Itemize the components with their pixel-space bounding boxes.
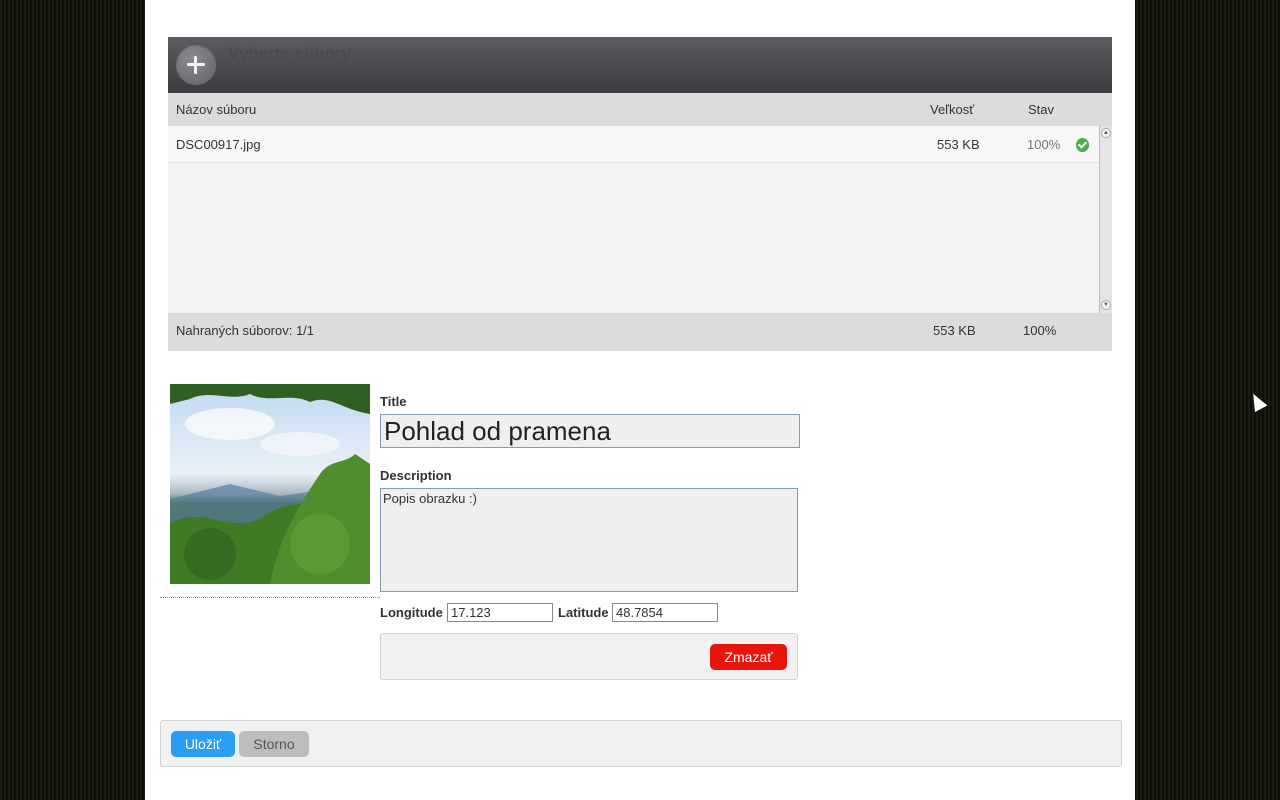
main-content: Vyberte súbory Názov súboru Veľkosť Stav… xyxy=(145,0,1135,800)
mouse-cursor-icon xyxy=(1247,390,1268,413)
delete-button[interactable]: Zmazať xyxy=(710,644,787,670)
total-percent: 100% xyxy=(1023,323,1057,338)
column-size: Veľkosť xyxy=(930,102,975,117)
scroll-up-icon[interactable]: ▲ xyxy=(1101,128,1111,138)
form-actions: Uložiť Storno xyxy=(160,720,1122,767)
uploader-header: Vyberte súbory xyxy=(168,37,1112,93)
file-name: DSC00917.jpg xyxy=(176,137,261,152)
file-list: DSC00917.jpg 553 KB 100% ▲ ▼ xyxy=(168,126,1112,313)
description-textarea[interactable]: Popis obrazku :) xyxy=(380,488,798,592)
longitude-label: Longitude xyxy=(380,605,443,620)
description-label: Description xyxy=(380,468,452,483)
uploaded-count: Nahraných súborov: 1/1 xyxy=(176,323,315,338)
file-list-header: Názov súboru Veľkosť Stav xyxy=(168,93,1112,126)
file-list-footer: Nahraných súborov: 1/1 553 KB 100% xyxy=(168,313,1112,351)
column-status: Stav xyxy=(1028,102,1055,117)
latitude-input[interactable] xyxy=(612,603,718,622)
thumbnail-divider xyxy=(160,597,380,598)
latitude-label: Latitude xyxy=(558,605,609,620)
column-name: Názov súboru xyxy=(176,102,257,117)
title-label: Title xyxy=(380,394,407,409)
file-size: 553 KB xyxy=(937,137,980,152)
check-circle-icon xyxy=(1076,138,1089,152)
scroll-down-icon[interactable]: ▼ xyxy=(1101,300,1111,310)
file-list-scrollbar[interactable]: ▲ ▼ xyxy=(1099,126,1112,313)
item-actions: Zmazať xyxy=(380,633,798,680)
title-input[interactable] xyxy=(380,414,800,448)
image-thumbnail xyxy=(170,384,370,584)
total-size: 553 KB xyxy=(933,323,976,338)
file-percent: 100% xyxy=(1027,137,1061,152)
cancel-button[interactable]: Storno xyxy=(239,731,309,757)
save-button[interactable]: Uložiť xyxy=(171,731,235,757)
file-row[interactable]: DSC00917.jpg 553 KB 100% xyxy=(168,126,1099,163)
uploader-title[interactable]: Vyberte súbory xyxy=(228,44,351,64)
add-files-icon[interactable] xyxy=(176,45,216,85)
longitude-input[interactable] xyxy=(447,603,553,622)
